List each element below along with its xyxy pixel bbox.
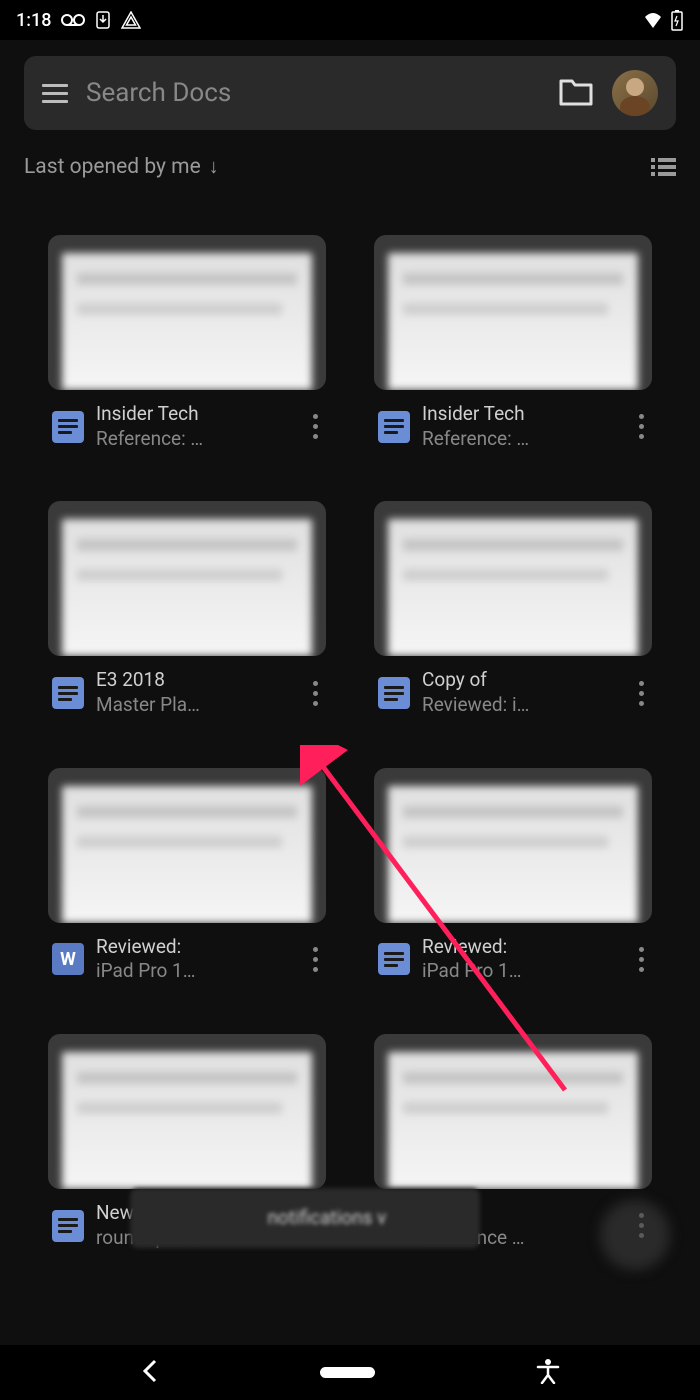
file-card[interactable]: W Reviewed: iPad Pro 1…: [48, 768, 326, 984]
more-options-icon[interactable]: [635, 410, 648, 443]
hamburger-menu-icon[interactable]: [42, 84, 68, 103]
file-title: Reviewed: iPad Pro 1…: [422, 935, 623, 984]
drive-icon: [121, 11, 141, 29]
file-title: Copy of Reviewed: i…: [422, 668, 623, 717]
wifi-icon: [642, 11, 664, 29]
folder-icon[interactable]: [558, 78, 594, 108]
file-thumbnail[interactable]: [48, 1034, 326, 1189]
file-title: Insider Tech Reference: …: [96, 402, 297, 451]
file-card[interactable]: E3 2018 Master Pla…: [48, 501, 326, 717]
status-time: 1:18: [16, 10, 51, 31]
status-bar: 1:18: [0, 0, 700, 40]
view-toggle-list-icon[interactable]: [651, 158, 676, 176]
more-options-icon[interactable]: [309, 943, 322, 976]
more-options-icon[interactable]: [635, 943, 648, 976]
google-docs-icon: [52, 677, 84, 709]
file-title: E3 2018 Master Pla…: [96, 668, 297, 717]
google-docs-icon: [378, 677, 410, 709]
battery-icon: [670, 9, 684, 31]
search-bar[interactable]: [24, 56, 676, 130]
more-options-icon[interactable]: [309, 410, 322, 443]
toast-notification: ■■■ ■■■ ■■■ notifications v: [130, 1188, 480, 1248]
file-thumbnail[interactable]: [374, 1034, 652, 1189]
file-thumbnail[interactable]: [374, 768, 652, 923]
file-thumbnail[interactable]: [374, 235, 652, 390]
sort-bar: Last opened by me ↓: [0, 144, 700, 199]
file-card[interactable]: Insider Tech Reference: …: [48, 235, 326, 451]
voicemail-icon: [61, 13, 85, 27]
file-thumbnail[interactable]: [48, 768, 326, 923]
file-title: Reviewed: iPad Pro 1…: [96, 935, 297, 984]
file-title: Insider Tech Reference: …: [422, 402, 623, 451]
sort-dropdown[interactable]: Last opened by me ↓: [24, 154, 219, 179]
file-thumbnail[interactable]: [48, 501, 326, 656]
google-docs-icon: [378, 943, 410, 975]
word-icon: W: [52, 943, 84, 975]
navigation-bar: [0, 1345, 700, 1400]
search-input[interactable]: [86, 78, 540, 108]
file-card[interactable]: Copy of Reviewed: i…: [374, 501, 652, 717]
fab-button[interactable]: [600, 1200, 670, 1270]
file-thumbnail[interactable]: [48, 235, 326, 390]
file-card[interactable]: Insider Tech Reference: …: [374, 235, 652, 451]
accessibility-icon[interactable]: [536, 1358, 560, 1388]
file-thumbnail[interactable]: [374, 501, 652, 656]
file-grid: Insider Tech Reference: … Insider Tech R…: [0, 199, 700, 1251]
back-icon[interactable]: [141, 1358, 159, 1388]
google-docs-icon: [52, 1210, 84, 1242]
arrow-down-icon: ↓: [209, 154, 219, 179]
google-docs-icon: [378, 411, 410, 443]
download-icon: [95, 11, 111, 29]
more-options-icon[interactable]: [635, 677, 648, 710]
google-docs-icon: [52, 411, 84, 443]
more-options-icon[interactable]: [309, 677, 322, 710]
home-pill[interactable]: [320, 1367, 375, 1378]
file-card[interactable]: Reviewed: iPad Pro 1…: [374, 768, 652, 984]
avatar[interactable]: [612, 70, 658, 116]
